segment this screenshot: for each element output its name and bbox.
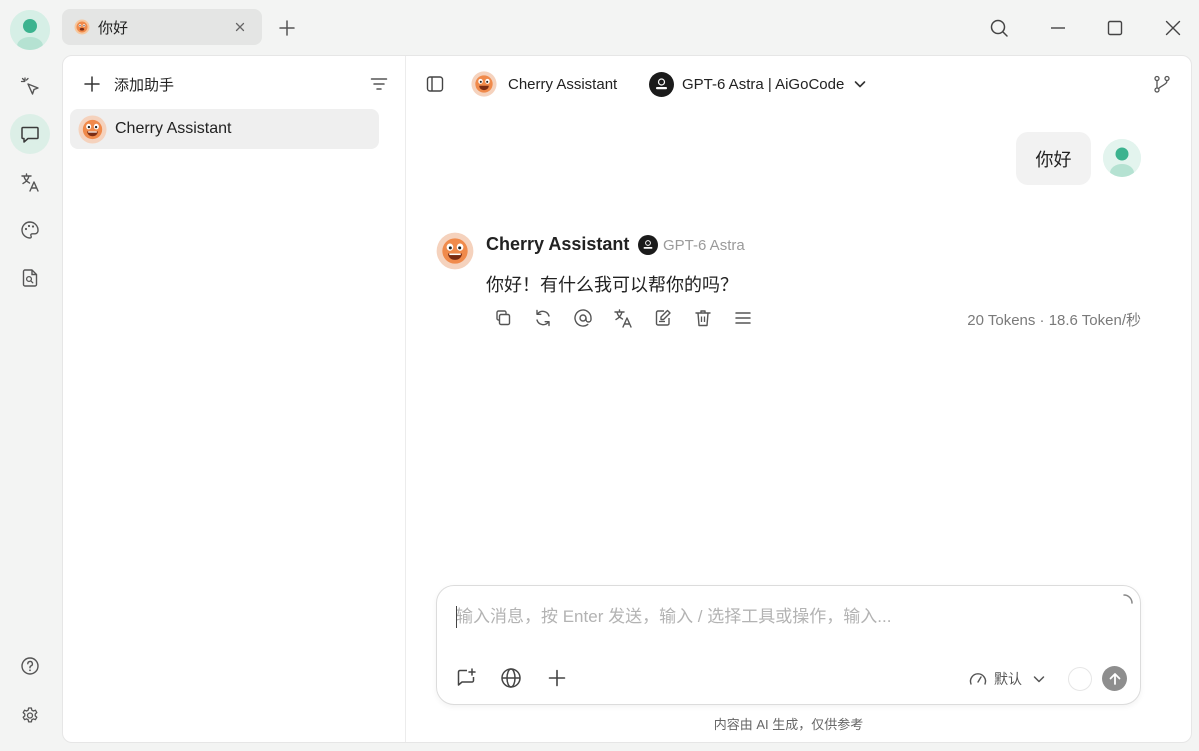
astra-model-icon (638, 235, 658, 255)
message-input[interactable] (456, 603, 1106, 631)
user-message-bubble: 你好 (1016, 132, 1091, 185)
cherry-assistant-avatar-icon (471, 71, 497, 97)
copy-icon[interactable] (492, 307, 514, 329)
cherry-assistant-avatar-icon (78, 114, 107, 144)
text-caret (456, 606, 457, 628)
plus-icon (82, 74, 102, 94)
assistant-message-name: Cherry Assistant (486, 234, 630, 254)
settings-icon[interactable] (10, 696, 50, 736)
close-icon[interactable] (1162, 17, 1184, 39)
chevron-down-icon (852, 76, 868, 92)
assistant-message-model: GPT-6 Astra (663, 237, 745, 254)
file-search-icon[interactable] (10, 258, 50, 298)
model-name: GPT-6 Astra | AiGoCode (682, 75, 845, 93)
ai-disclaimer: 内容由 AI 生成，仅供参考 (713, 717, 864, 732)
tab-close-icon[interactable] (232, 19, 248, 35)
add-assistant-button[interactable]: 添加助手 (82, 72, 174, 96)
new-topic-icon[interactable] (454, 666, 478, 690)
arrow-up-icon (1109, 672, 1120, 685)
translate-icon[interactable] (10, 162, 50, 202)
sparkle-pointer-icon[interactable] (10, 66, 50, 106)
user-message-avatar (1103, 139, 1141, 177)
header-assistant[interactable]: Cherry Assistant (471, 70, 617, 98)
regenerate-icon[interactable] (532, 307, 554, 329)
gauge-icon (968, 669, 988, 689)
help-icon[interactable] (10, 646, 50, 686)
edit-icon[interactable] (652, 307, 674, 329)
model-selector[interactable]: GPT-6 Astra | AiGoCode (649, 70, 868, 98)
delete-icon[interactable] (692, 307, 714, 329)
new-tab-plus-icon[interactable] (276, 17, 298, 39)
chat-icon[interactable] (10, 114, 50, 154)
header-assistant-name: Cherry Assistant (508, 75, 618, 93)
loading-spinner-icon (1113, 592, 1135, 614)
tab-title: 你好 (98, 19, 129, 37)
token-usage: 20 Tokens · 18.6 Token/秒 (967, 312, 1141, 329)
user-message-text: 你好 (1035, 149, 1072, 170)
status-circle-toggle[interactable] (1068, 667, 1092, 691)
panel-divider (405, 56, 406, 742)
message-actions (492, 307, 754, 329)
assistant-name: Cherry Assistant (115, 120, 232, 137)
user-avatar[interactable] (10, 10, 50, 50)
cherry-emoji-icon (74, 19, 90, 35)
astra-model-icon (649, 71, 674, 97)
reasoning-mode-select[interactable]: 默认 (968, 668, 1046, 690)
assistant-list-item[interactable]: Cherry Assistant (70, 109, 379, 149)
mention-icon[interactable] (572, 307, 594, 329)
send-button[interactable] (1102, 666, 1127, 691)
translate-icon[interactable] (612, 307, 634, 329)
plus-icon[interactable] (545, 666, 569, 690)
assistant-message-text: 你好！有什么我可以帮你的吗？ (486, 275, 738, 295)
tab-chat[interactable]: 你好 (62, 9, 262, 45)
web-search-globe-icon[interactable] (499, 666, 523, 690)
sidebar-toggle-icon[interactable] (424, 73, 446, 95)
chevron-down-icon (1032, 672, 1046, 686)
filter-icon[interactable] (369, 74, 389, 94)
minimize-icon[interactable] (1047, 17, 1069, 39)
palette-icon[interactable] (10, 210, 50, 250)
add-assistant-label: 添加助手 (114, 76, 175, 94)
reasoning-mode-label: 默认 (994, 671, 1022, 687)
search-icon[interactable] (988, 17, 1010, 39)
assistant-message-avatar (436, 232, 474, 270)
maximize-icon[interactable] (1104, 17, 1126, 39)
more-menu-icon[interactable] (732, 307, 754, 329)
branch-icon[interactable] (1151, 73, 1173, 95)
